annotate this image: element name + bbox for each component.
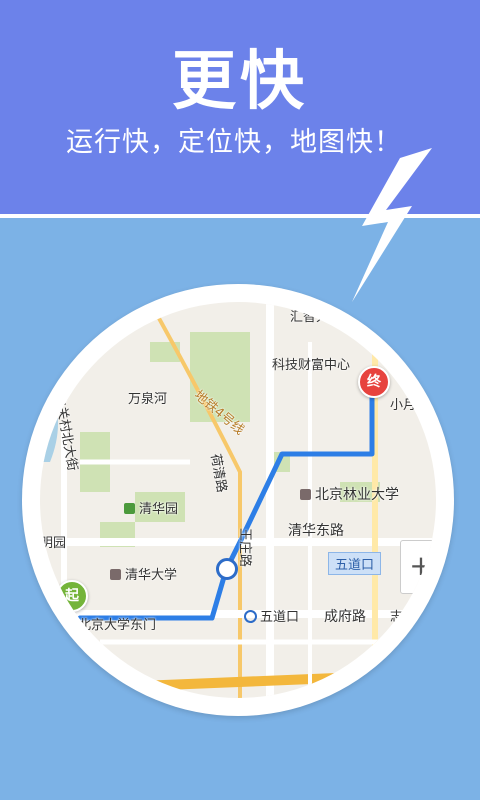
zoom-in-button[interactable]: + (400, 540, 436, 594)
map-label-xiaoyue: 小月 (390, 398, 417, 413)
metro-station-pin[interactable] (216, 558, 238, 580)
park-icon (124, 503, 135, 514)
map-view[interactable]: 汇智大 科技财富中心 小月 万泉河 地铁4号线 荷清路 中关村北大街 清华园 北… (40, 302, 436, 698)
map-label-wudaokou-metro: 五道口 (244, 606, 299, 625)
map-label-qinghua-east-rd: 清华东路 (288, 523, 344, 539)
map-label-pku-east-gate: 北京大学东门 (78, 618, 157, 633)
map-label-qinghua-univ: 清华大学 (110, 564, 177, 583)
school-icon (300, 489, 311, 500)
qinghuayuan-text: 清华园 (139, 502, 179, 517)
promo-title: 更快 (172, 45, 308, 119)
wudaokou-metro-text: 五道口 (260, 610, 300, 625)
map-label-chengfu-rd: 成府路 (324, 609, 366, 625)
map-label-huizhi: 汇智大 (290, 310, 330, 325)
route-start-marker[interactable]: 起 (56, 580, 88, 612)
map-label-forestry-univ: 北京林业大学 (300, 484, 399, 504)
map-label-wanquanhe: 万泉河 (128, 392, 168, 407)
map-label-tech-center: 科技财富中心 (272, 358, 351, 373)
map-label-qinghuayuan: 清华园 (124, 498, 178, 517)
lightning-bolt-icon (352, 148, 432, 302)
map-label-zhi: 志 (390, 610, 404, 625)
map-label-wangzhuang-rd: 王庄路 (237, 528, 252, 568)
metro-icon (244, 610, 257, 623)
forestry-univ-text: 北京林业大学 (315, 487, 399, 503)
qinghua-univ-text: 清华大学 (125, 568, 178, 583)
route-end-marker[interactable]: 终 (358, 366, 390, 398)
map-label-mingyuan: 明园 (40, 536, 67, 551)
bus-stop-wudaokou[interactable]: 五道口 (328, 552, 382, 575)
school-icon (110, 569, 121, 580)
